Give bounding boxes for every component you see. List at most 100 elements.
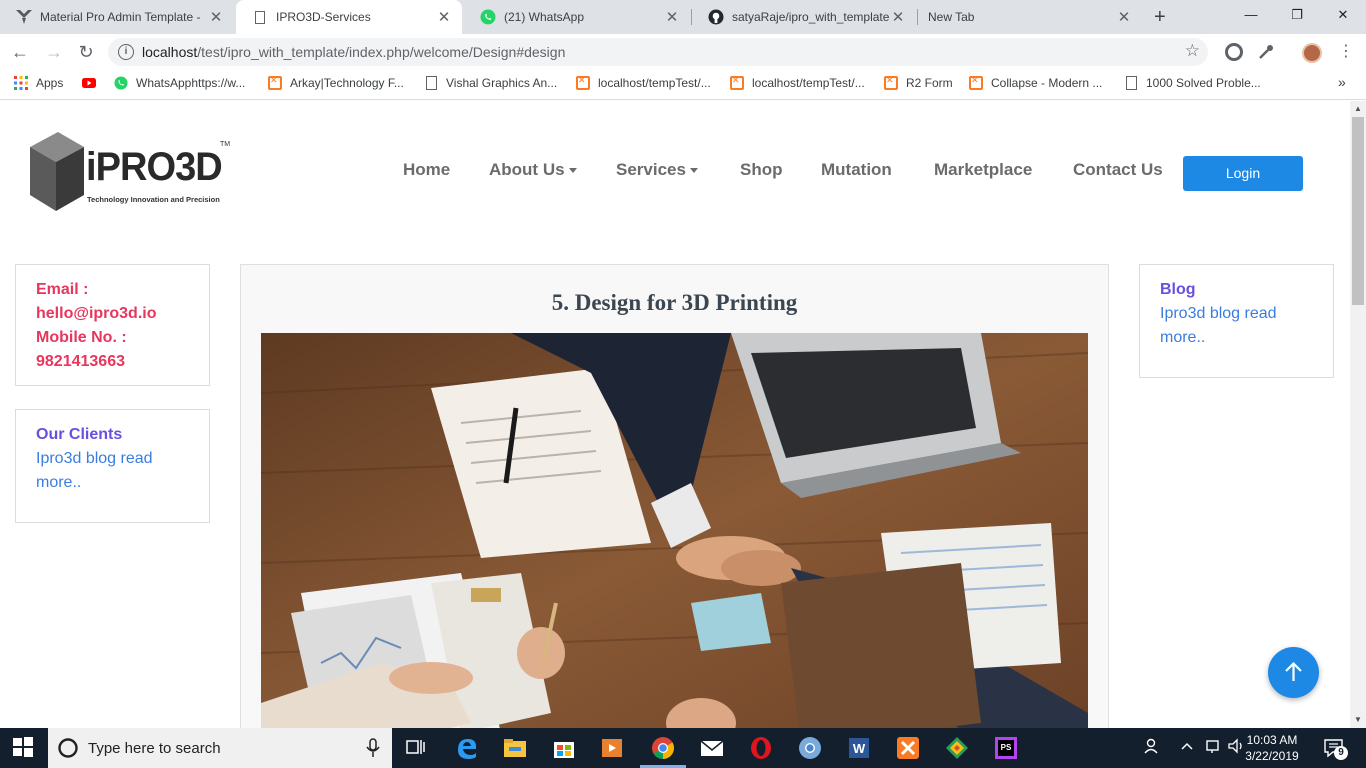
chrome-icon[interactable] <box>651 736 675 760</box>
close-icon[interactable]: ✕ <box>664 8 680 26</box>
avatar[interactable] <box>1302 43 1322 63</box>
nav-about-us[interactable]: About Us <box>489 160 577 180</box>
bookmark-arkay[interactable]: Arkay|Technology F... <box>268 75 404 90</box>
nav-shop[interactable]: Shop <box>740 160 783 180</box>
back-to-top-button[interactable] <box>1268 647 1319 698</box>
login-button[interactable]: Login <box>1183 156 1303 191</box>
close-icon[interactable]: ✕ <box>890 8 906 26</box>
xampp-icon <box>884 75 898 90</box>
nav-home[interactable]: Home <box>403 160 450 180</box>
apps-grid-icon <box>14 76 28 90</box>
address-url[interactable]: localhost/test/ipro_with_template/index.… <box>142 44 565 60</box>
site-logo[interactable]: iPRO3D TM Technology Innovation and Prec… <box>28 129 238 213</box>
clients-title: Our Clients <box>36 426 123 443</box>
scroll-down-arrow-icon[interactable]: ▼ <box>1350 712 1366 728</box>
tab-whatsapp[interactable]: (21) WhatsApp ✕ <box>464 0 690 34</box>
bookmark-localhost-1[interactable]: localhost/tempTest/... <box>576 75 711 90</box>
menu-icon[interactable]: ⋮ <box>1334 40 1358 64</box>
restore-icon[interactable]: ❐ <box>1274 0 1320 30</box>
github-icon <box>708 9 724 25</box>
system-clock[interactable]: 10:03 AM 3/22/2019 <box>1240 732 1304 764</box>
blog-card: Blog Ipro3d blog read more.. <box>1139 264 1334 378</box>
bookmark-label: localhost/tempTest/... <box>598 76 711 90</box>
page-icon <box>1124 76 1138 90</box>
bookmark-label: R2 Form <box>906 76 953 90</box>
youtube-icon <box>82 76 96 90</box>
action-center-icon[interactable]: 9 <box>1322 736 1348 760</box>
scrollbar-thumb[interactable] <box>1352 117 1364 305</box>
windows-start-icon[interactable] <box>12 736 36 760</box>
file-explorer-icon[interactable] <box>503 736 527 760</box>
forward-icon[interactable]: → <box>42 40 66 64</box>
page-icon <box>252 9 268 25</box>
cortana-icon <box>58 738 78 758</box>
bookmark-vishal-graphics[interactable]: Vishal Graphics An... <box>424 76 557 90</box>
tab-material-pro[interactable]: Material Pro Admin Template - ✕ <box>0 0 234 34</box>
address-path: /test/ipro_with_template/index.php/welco… <box>197 44 566 60</box>
whatsapp-icon <box>480 9 496 25</box>
bookmark-star-icon[interactable]: ☆ <box>1185 41 1200 61</box>
edge-icon[interactable] <box>455 736 479 760</box>
more-bookmarks-button[interactable]: » <box>1338 74 1346 90</box>
chevron-up-icon[interactable] <box>1180 736 1198 760</box>
word-icon[interactable]: W <box>847 736 871 760</box>
task-view-icon[interactable] <box>405 736 429 760</box>
close-icon[interactable]: ✕ <box>1116 8 1132 26</box>
bookmark-1000-solved[interactable]: 1000 Solved Proble... <box>1124 76 1261 90</box>
people-icon[interactable] <box>1143 736 1163 760</box>
eyedropper-icon[interactable] <box>1257 43 1275 61</box>
close-icon[interactable]: ✕ <box>208 8 224 26</box>
chromium-icon[interactable] <box>798 736 822 760</box>
store-icon[interactable] <box>552 736 576 760</box>
email-label: Email : <box>36 281 89 298</box>
xampp-icon[interactable] <box>896 736 920 760</box>
tab-ipro3d-services[interactable]: IPRO3D-Services ✕ <box>236 0 462 34</box>
windows-taskbar: Type here to search W PS 10:03 AM 3/22/2… <box>0 728 1366 768</box>
bookmark-localhost-2[interactable]: localhost/tempTest/... <box>730 75 865 90</box>
address-host: localhost <box>142 44 198 60</box>
extension-icon[interactable] <box>1225 43 1243 61</box>
scroll-up-arrow-icon[interactable]: ▲ <box>1350 101 1366 117</box>
minimize-icon[interactable]: — <box>1228 0 1274 30</box>
taskbar-search-box[interactable]: Type here to search <box>48 728 392 768</box>
address-bar[interactable]: i localhost/test/ipro_with_template/inde… <box>108 38 1208 66</box>
close-icon[interactable]: ✕ <box>436 8 452 26</box>
opera-icon[interactable] <box>749 736 773 760</box>
window-close-icon[interactable]: ✕ <box>1320 0 1366 30</box>
tab-new-tab[interactable]: New Tab ✕ <box>918 0 1142 34</box>
clock-date: 3/22/2019 <box>1245 749 1299 763</box>
mail-icon[interactable] <box>700 736 724 760</box>
clients-card: Our Clients Ipro3d blog read more.. <box>15 409 210 523</box>
nav-mutation[interactable]: Mutation <box>821 160 892 180</box>
bookmark-whatsapp[interactable]: WhatsApphttps://w... <box>114 76 245 90</box>
bookmark-r2-form[interactable]: R2 Form <box>884 75 953 90</box>
photo-illustration <box>261 333 1088 728</box>
new-tab-button[interactable]: + <box>1154 6 1166 29</box>
reload-icon[interactable]: ↻ <box>74 40 98 64</box>
mobile-value[interactable]: 9821413663 <box>36 350 189 374</box>
bookmark-youtube[interactable] <box>82 76 104 90</box>
bookmark-label: Collapse - Modern ... <box>991 76 1103 90</box>
caret-down-icon <box>568 168 577 174</box>
xampp-icon <box>969 75 983 90</box>
nav-services[interactable]: Services <box>616 160 698 180</box>
sourcetree-icon[interactable] <box>945 736 969 760</box>
xampp-icon <box>268 75 282 90</box>
bookmark-apps[interactable]: Apps <box>14 76 63 90</box>
back-icon[interactable]: ← <box>8 40 32 64</box>
bookmarks-bar: Apps WhatsApphttps://w... Arkay|Technolo… <box>0 70 1366 100</box>
tab-title: IPRO3D-Services <box>276 10 371 24</box>
tab-github[interactable]: satyaRaje/ipro_with_template ✕ <box>692 0 916 34</box>
phpstorm-icon[interactable]: PS <box>994 736 1018 760</box>
clients-read-more-link[interactable]: Ipro3d blog read more.. <box>36 447 189 495</box>
nav-marketplace[interactable]: Marketplace <box>934 160 1032 180</box>
media-player-icon[interactable] <box>600 736 624 760</box>
bookmark-label: 1000 Solved Proble... <box>1146 76 1261 90</box>
network-icon[interactable] <box>1204 736 1224 760</box>
blog-read-more-link[interactable]: Ipro3d blog read more.. <box>1160 302 1313 350</box>
bookmark-collapse[interactable]: Collapse - Modern ... <box>969 75 1103 90</box>
page-icon <box>424 76 438 90</box>
email-value[interactable]: hello@ipro3d.io <box>36 302 189 326</box>
nav-contact-us[interactable]: Contact Us <box>1073 160 1163 180</box>
site-info-icon[interactable]: i <box>118 44 134 60</box>
